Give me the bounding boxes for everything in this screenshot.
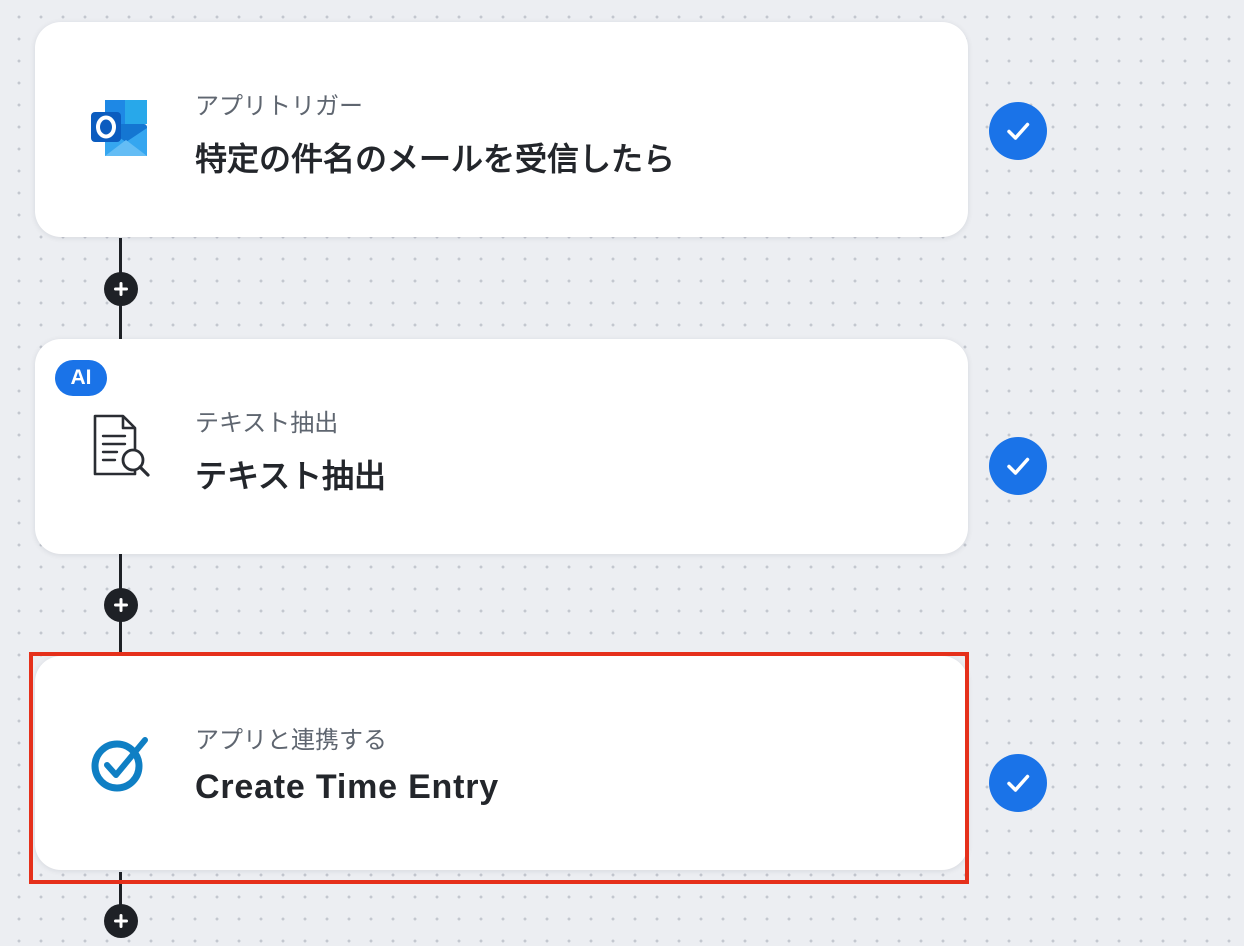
ai-badge: AI — [55, 360, 107, 396]
add-step-button[interactable] — [104, 904, 138, 938]
step-complete-badge — [989, 754, 1047, 812]
step-title: Create Time Entry — [195, 768, 499, 806]
plus-icon — [114, 598, 128, 612]
flow-step-card-text-extraction[interactable]: テキスト抽出 テキスト抽出 — [35, 339, 968, 554]
document-search-icon — [85, 411, 155, 481]
outlook-icon — [85, 94, 155, 164]
step-type-label: アプリトリガー — [195, 92, 363, 120]
checkmark-icon — [1007, 457, 1030, 475]
checkmark-icon — [1007, 774, 1030, 792]
step-type-label: アプリと連携する — [195, 726, 387, 754]
plus-icon — [114, 282, 128, 296]
step-title: 特定の件名のメールを受信したら — [195, 140, 676, 178]
plus-icon — [114, 914, 128, 928]
checkmark-icon — [1007, 122, 1030, 140]
step-complete-badge — [989, 437, 1047, 495]
add-step-button[interactable] — [104, 272, 138, 306]
flow-step-card-create-time-entry[interactable]: アプリと連携する Create Time Entry — [35, 656, 968, 870]
time-tracker-check-icon — [85, 728, 155, 798]
step-type-label: テキスト抽出 — [195, 409, 339, 437]
add-step-button[interactable] — [104, 588, 138, 622]
step-complete-badge — [989, 102, 1047, 160]
step-title: テキスト抽出 — [195, 457, 387, 495]
flow-step-card-trigger[interactable]: アプリトリガー 特定の件名のメールを受信したら — [35, 22, 968, 237]
